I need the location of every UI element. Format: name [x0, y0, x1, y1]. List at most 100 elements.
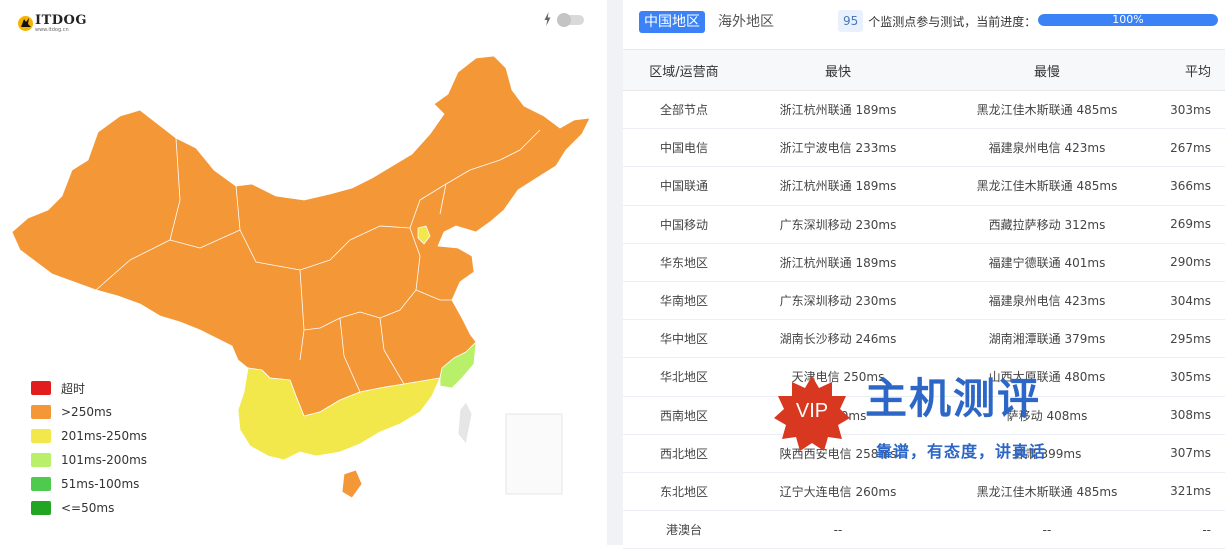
header-slowest: 最慢: [1033, 64, 1060, 80]
legend-item-timeout[interactable]: 超时: [31, 376, 147, 400]
tab-overseas[interactable]: 海外地区: [713, 11, 779, 33]
table-row[interactable]: 东北地区 辽宁大连电信 260ms 黑龙江佳木斯联通 485ms 321ms: [623, 473, 1225, 512]
map-legend: 超时 >250ms 201ms-250ms 101ms-200ms 51ms-1…: [31, 376, 147, 520]
cell-fastest: 浙江杭州联通 189ms: [779, 103, 897, 118]
header-fastest: 最快: [824, 64, 851, 80]
results-table: 区域/运营商 最快 最慢 平均 全部节点 浙江杭州联通 189ms 黑龙江佳木斯…: [623, 49, 1225, 549]
table-row[interactable]: 华北地区 天津电信 250ms 山西太原联通 480ms 305ms: [623, 358, 1225, 397]
map-region-main: [11, 55, 591, 417]
probe-count: 95: [838, 10, 864, 32]
cell-slowest: 黑龙江佳木斯联通 485ms: [976, 179, 1118, 194]
cell-slowest: 黑龙江佳木斯联通 485ms: [976, 484, 1118, 499]
cell-fastest: 信 240ms: [809, 408, 867, 423]
cell-region: 西北地区: [659, 446, 708, 461]
table-row[interactable]: 西南地区 信 240ms 萨移动 408ms 308ms: [623, 397, 1225, 435]
table-row[interactable]: 西北地区 陕西西安电信 258ms 甘肃 399ms 307ms: [623, 435, 1225, 473]
cell-slowest: 福建泉州电信 423ms: [988, 141, 1106, 156]
cell-region: 中国电信: [659, 141, 708, 156]
cell-average: 307ms: [1170, 446, 1211, 461]
cell-average: 303ms: [1170, 102, 1211, 117]
panel-divider: [607, 0, 623, 545]
theme-toggle[interactable]: [557, 13, 584, 27]
legend-label: 51ms-100ms: [61, 477, 140, 491]
toggle-knob: [557, 13, 571, 27]
legend-label: <=50ms: [61, 501, 115, 515]
cell-region: 华北地区: [659, 370, 708, 385]
cell-fastest: --: [833, 522, 843, 537]
region-tabs: 中国地区 海外地区: [639, 11, 787, 33]
cell-region: 华东地区: [659, 255, 708, 270]
cell-average: 308ms: [1170, 408, 1211, 423]
logo-url: www.itdog.cn: [35, 27, 69, 33]
legend-swatch: [31, 405, 51, 419]
progress-fill: 100%: [1038, 14, 1218, 26]
legend-swatch: [31, 477, 51, 491]
cell-region: 华中地区: [659, 332, 708, 347]
legend-swatch: [31, 429, 51, 443]
cell-region: 东北地区: [659, 484, 708, 499]
probe-text: 个监测点参与测试，当前进度：: [868, 14, 1037, 29]
logo-name: ITDOG: [35, 13, 87, 28]
cell-fastest: 广东深圳移动 230ms: [779, 294, 897, 309]
cell-average: 304ms: [1170, 293, 1211, 308]
cell-fastest: 天津电信 250ms: [791, 370, 885, 385]
cell-average: 305ms: [1170, 369, 1211, 384]
cell-slowest: --: [1042, 522, 1052, 537]
cell-fastest: 浙江杭州联通 189ms: [779, 179, 897, 194]
tab-china[interactable]: 中国地区: [639, 11, 705, 33]
legend-label: 201ms-250ms: [61, 429, 148, 443]
legend-item-over250[interactable]: >250ms: [31, 400, 147, 424]
cell-fastest: 湖南长沙移动 246ms: [779, 332, 897, 347]
probe-status: 95 个监测点参与测试，当前进度：: [838, 10, 1036, 32]
cell-region: 华南地区: [659, 294, 708, 309]
table-row[interactable]: 中国移动 广东深圳移动 230ms 西藏拉萨移动 312ms 269ms: [623, 206, 1225, 244]
cell-fastest: 辽宁大连电信 260ms: [779, 484, 897, 499]
lightning-icon: [544, 12, 551, 26]
cell-slowest: 萨移动 408ms: [1006, 408, 1088, 423]
cell-slowest: 山西太原联通 480ms: [988, 370, 1106, 385]
itdog-logo[interactable]: ITDOG www.itdog.cn: [17, 14, 87, 33]
cell-slowest: 甘肃 399ms: [1012, 446, 1082, 461]
legend-swatch: [31, 381, 51, 395]
cell-fastest: 浙江宁波电信 233ms: [779, 141, 897, 156]
legend-label: 超时: [61, 381, 86, 396]
cell-region: 中国联通: [659, 179, 708, 194]
results-panel: 中国地区 海外地区 95 个监测点参与测试，当前进度： 100% 区域/运营商 …: [623, 0, 1225, 549]
cell-region: 港澳台: [665, 523, 702, 538]
cell-average: 290ms: [1170, 255, 1211, 270]
table-row[interactable]: 华东地区 浙江杭州联通 189ms 福建宁德联通 401ms 290ms: [623, 244, 1225, 282]
legend-swatch: [31, 453, 51, 467]
cell-region: 西南地区: [659, 408, 708, 423]
table-row[interactable]: 华中地区 湖南长沙移动 246ms 湖南湘潭联通 379ms 295ms: [623, 320, 1225, 359]
legend-item-101-200[interactable]: 101ms-200ms: [31, 448, 147, 472]
cell-average: 366ms: [1170, 178, 1211, 193]
south-sea-inset: [505, 413, 563, 495]
cell-average: --: [1202, 522, 1211, 537]
table-row[interactable]: 港澳台 -- -- --: [623, 511, 1225, 549]
legend-item-201-250[interactable]: 201ms-250ms: [31, 424, 147, 448]
header-average: 平均: [1184, 64, 1211, 80]
legend-label: >250ms: [61, 405, 112, 419]
cell-slowest: 黑龙江佳木斯联通 485ms: [976, 103, 1118, 118]
legend-label: 101ms-200ms: [61, 453, 148, 467]
table-row[interactable]: 华南地区 广东深圳移动 230ms 福建泉州电信 423ms 304ms: [623, 282, 1225, 321]
dog-logo-icon: [18, 16, 33, 31]
cell-fastest: 广东深圳移动 230ms: [779, 217, 897, 232]
table-header: 区域/运营商 最快 最慢 平均: [623, 49, 1225, 91]
map-region-taiwan: [457, 401, 473, 445]
cell-fastest: 浙江杭州联通 189ms: [779, 255, 897, 270]
cell-region: 中国移动: [659, 217, 708, 232]
cell-fastest: 陕西西安电信 258ms: [779, 446, 897, 461]
legend-item-51-100[interactable]: 51ms-100ms: [31, 472, 147, 496]
cell-slowest: 湖南湘潭联通 379ms: [988, 332, 1106, 347]
table-row[interactable]: 中国联通 浙江杭州联通 189ms 黑龙江佳木斯联通 485ms 366ms: [623, 167, 1225, 206]
header-region: 区域/运营商: [649, 64, 719, 80]
table-row[interactable]: 全部节点 浙江杭州联通 189ms 黑龙江佳木斯联通 485ms 303ms: [623, 91, 1225, 130]
cell-slowest: 福建泉州电信 423ms: [988, 294, 1106, 309]
legend-item-le50[interactable]: <=50ms: [31, 496, 147, 520]
table-row[interactable]: 中国电信 浙江宁波电信 233ms 福建泉州电信 423ms 267ms: [623, 129, 1225, 168]
map-region-hainan: [341, 469, 363, 499]
cell-slowest: 西藏拉萨移动 312ms: [988, 217, 1106, 232]
progress-bar: 100%: [1038, 14, 1218, 26]
cell-average: 269ms: [1170, 217, 1211, 232]
